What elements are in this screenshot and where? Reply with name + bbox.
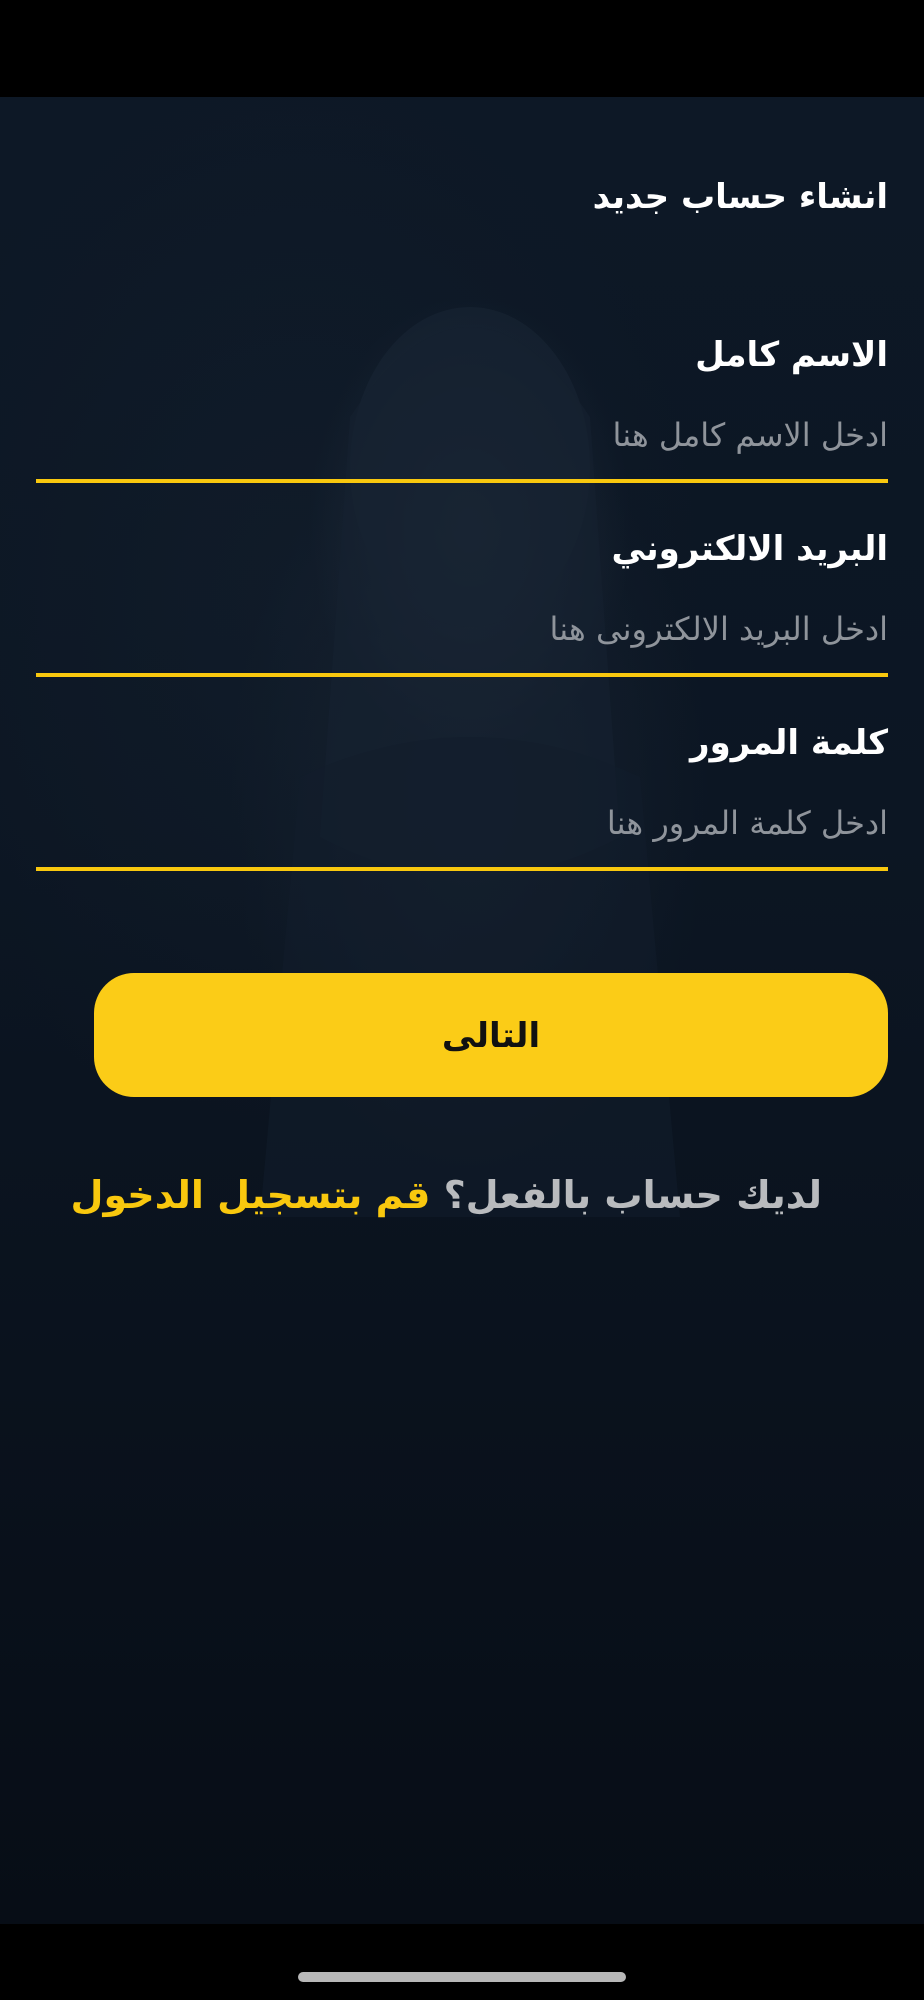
full-name-field[interactable] (36, 405, 888, 483)
signup-content: انشاء حساب جديد الاسم كامل البريد الالكت… (0, 97, 924, 1924)
email-label: البريد الالكتروني (611, 529, 888, 569)
signup-screen: انشاء حساب جديد الاسم كامل البريد الالكت… (0, 0, 924, 2000)
next-button[interactable]: التالى (94, 973, 888, 1097)
page-title: انشاء حساب جديد (592, 177, 888, 217)
email-field[interactable] (36, 599, 888, 677)
home-indicator[interactable] (298, 1972, 626, 1982)
login-prompt: لديك حساب بالفعل؟ قم بتسجيل الدخول (71, 1173, 822, 1217)
navigation-bar (0, 1924, 924, 2000)
login-question-text: لديك حساب بالفعل؟ (430, 1173, 822, 1217)
full-name-label: الاسم كامل (695, 335, 888, 375)
login-link[interactable]: قم بتسجيل الدخول (71, 1173, 431, 1217)
status-bar (0, 0, 924, 97)
password-label: كلمة المرور (690, 723, 888, 763)
password-field[interactable] (36, 793, 888, 871)
